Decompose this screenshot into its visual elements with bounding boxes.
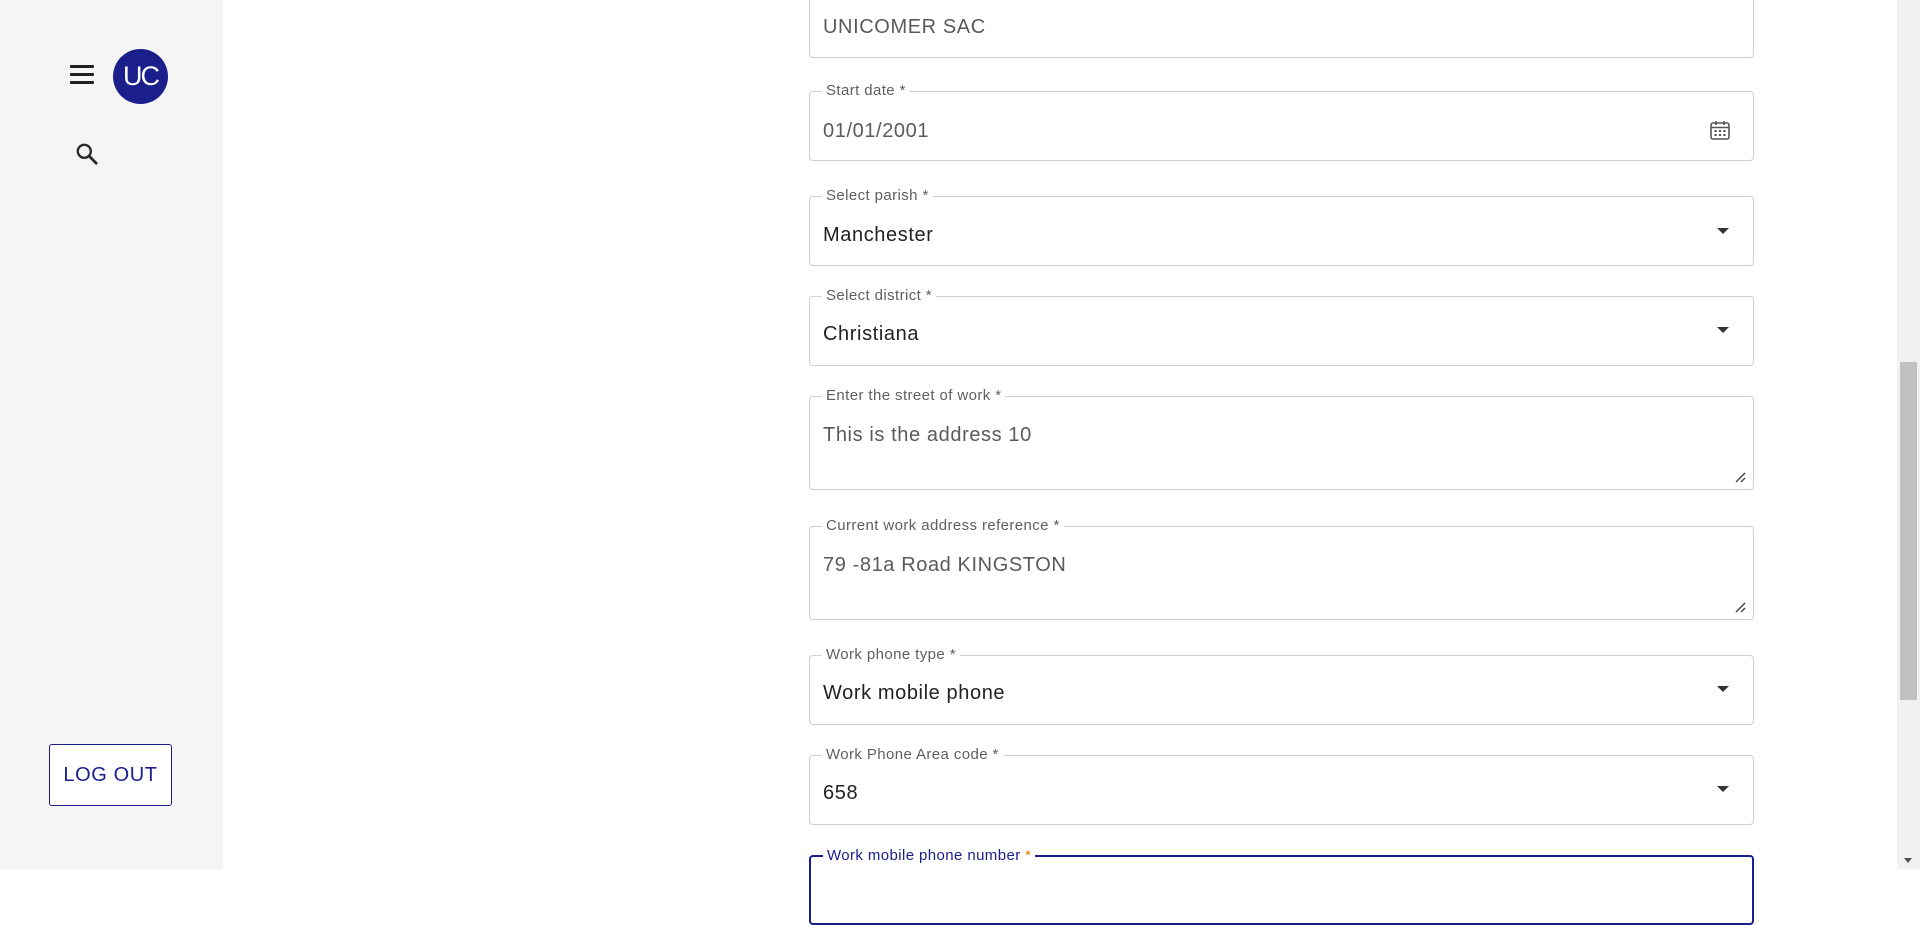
- district-value: Christiana: [823, 323, 920, 345]
- work-mobile-number-label-text: Work mobile phone number: [827, 847, 1021, 864]
- work-area-code-label: Work Phone Area code *: [822, 746, 1003, 764]
- chevron-down-icon[interactable]: [1717, 327, 1729, 333]
- hamburger-menu-icon[interactable]: [70, 61, 96, 87]
- main-content: UNICOMER SAC Start date * 01/01/2001 Sel…: [223, 0, 1897, 925]
- start-date-value: 01/01/2001: [823, 120, 930, 142]
- resize-handle-icon[interactable]: [1734, 600, 1746, 613]
- work-area-code-value: 658: [823, 782, 859, 804]
- start-date-label: Start date *: [822, 82, 910, 100]
- parish-select[interactable]: Select parish * Manchester: [809, 187, 1754, 266]
- parish-value: Manchester: [823, 224, 934, 246]
- work-street-label: Enter the street of work *: [822, 387, 1006, 405]
- avatar[interactable]: UC: [113, 49, 168, 104]
- work-area-code-select[interactable]: Work Phone Area code * 658: [809, 746, 1754, 825]
- chevron-down-icon[interactable]: [1717, 686, 1729, 692]
- calendar-icon[interactable]: [1709, 119, 1731, 141]
- employer-field[interactable]: UNICOMER SAC: [809, 0, 1754, 58]
- work-reference-label: Current work address reference *: [822, 517, 1064, 535]
- work-mobile-number-input[interactable]: Work mobile phone number *: [809, 847, 1754, 925]
- work-phone-type-select[interactable]: Work phone type * Work mobile phone: [809, 646, 1754, 725]
- required-mark: *: [1025, 847, 1032, 864]
- vertical-scrollbar[interactable]: [1897, 0, 1920, 869]
- sidebar: UC LOG OUT: [0, 0, 223, 869]
- search-icon[interactable]: [74, 141, 100, 167]
- chevron-down-icon[interactable]: [1717, 786, 1729, 792]
- district-select[interactable]: Select district * Christiana: [809, 287, 1754, 366]
- work-reference-value: 79 -81a Road KINGSTON: [823, 554, 1067, 576]
- work-street-value: This is the address 10: [823, 424, 1032, 446]
- work-phone-type-value: Work mobile phone: [823, 682, 1006, 704]
- logout-button[interactable]: LOG OUT: [49, 744, 172, 806]
- work-mobile-number-label: Work mobile phone number *: [823, 847, 1036, 865]
- work-phone-type-label: Work phone type *: [822, 646, 960, 664]
- chevron-down-icon[interactable]: [1717, 228, 1729, 234]
- work-street-textarea[interactable]: Enter the street of work * This is the a…: [809, 387, 1754, 490]
- start-date-field[interactable]: Start date * 01/01/2001: [809, 82, 1754, 161]
- parish-label: Select parish *: [822, 187, 933, 205]
- work-reference-textarea[interactable]: Current work address reference * 79 -81a…: [809, 517, 1754, 620]
- scroll-down-arrow-icon[interactable]: [1904, 858, 1912, 863]
- scrollbar-thumb[interactable]: [1900, 362, 1917, 700]
- district-label: Select district *: [822, 287, 936, 305]
- resize-handle-icon[interactable]: [1734, 470, 1746, 483]
- employer-value: UNICOMER SAC: [823, 16, 986, 38]
